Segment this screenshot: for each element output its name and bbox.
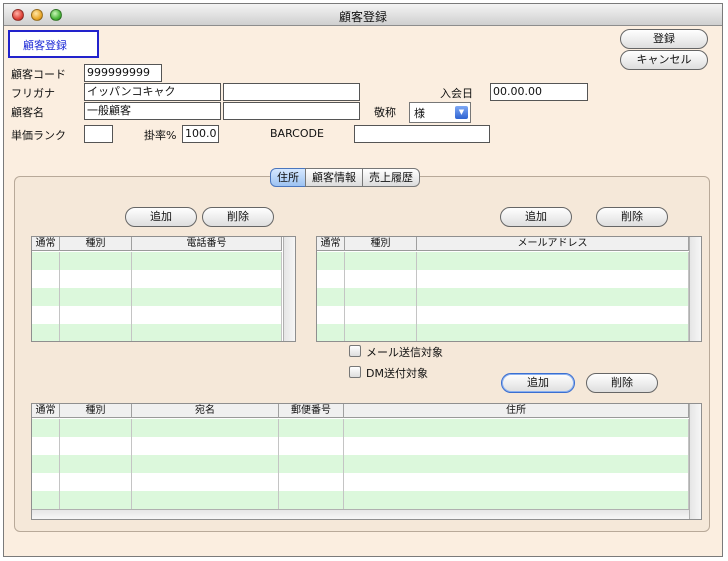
table-row[interactable] <box>32 473 689 491</box>
table-row[interactable] <box>317 252 689 270</box>
customer-name-label: 顧客名 <box>11 106 44 119</box>
address-table-vscrollbar[interactable] <box>689 404 701 519</box>
join-date-field[interactable]: 00.00.00 <box>490 83 588 101</box>
column-header[interactable]: 種別 <box>60 237 132 251</box>
customer-registration-window: 顧客登録 顧客登録 登録 キャンセル 顧客コード 999999999 フリガナ … <box>3 3 723 557</box>
furigana-field-2[interactable] <box>223 83 360 101</box>
table-row[interactable] <box>317 270 689 288</box>
email-delete-button[interactable]: 削除 <box>596 207 668 227</box>
dm-send-checkbox[interactable] <box>349 366 361 378</box>
price-rank-label: 単価ランク <box>11 129 66 142</box>
barcode-field[interactable] <box>354 125 490 143</box>
address-add-button[interactable]: 追加 <box>501 373 575 393</box>
table-row[interactable] <box>317 288 689 306</box>
phone-add-button[interactable]: 追加 <box>125 207 197 227</box>
table-row[interactable] <box>32 270 282 288</box>
chevron-down-icon: ▼ <box>455 106 468 119</box>
column-header[interactable]: 種別 <box>60 404 132 418</box>
rate-label: 掛率% <box>144 129 177 142</box>
cancel-button[interactable]: キャンセル <box>620 50 708 70</box>
email-table-header: 通常 種別 メールアドレス <box>317 237 689 251</box>
table-row[interactable] <box>32 288 282 306</box>
honorific-value: 様 <box>414 107 425 120</box>
phone-delete-button[interactable]: 削除 <box>202 207 274 227</box>
email-table-scrollbar[interactable] <box>689 237 701 341</box>
table-row[interactable] <box>32 419 689 437</box>
dm-send-label: DM送付対象 <box>366 367 428 380</box>
address-table-hscrollbar[interactable] <box>32 509 689 519</box>
column-header[interactable]: 電話番号 <box>132 237 282 251</box>
price-rank-field[interactable] <box>84 125 113 143</box>
table-row[interactable] <box>32 491 689 509</box>
phone-table-rows <box>32 252 282 341</box>
furigana-field[interactable]: イッパンコキャク <box>84 83 221 101</box>
barcode-label: BARCODE <box>270 127 324 140</box>
column-header[interactable]: 通常 <box>32 237 60 251</box>
honorific-select[interactable]: 様 ▼ <box>409 102 471 123</box>
address-table-rows <box>32 419 689 509</box>
table-row[interactable] <box>32 306 282 324</box>
column-header[interactable]: 宛名 <box>132 404 279 418</box>
tab-address[interactable]: 住所 <box>270 168 306 187</box>
register-button[interactable]: 登録 <box>620 29 708 49</box>
mail-send-label: メール送信対象 <box>366 346 443 359</box>
address-delete-button[interactable]: 削除 <box>586 373 658 393</box>
page-title-badge: 顧客登録 <box>8 30 99 58</box>
furigana-label: フリガナ <box>11 87 55 100</box>
table-row[interactable] <box>317 324 689 341</box>
column-header[interactable]: メールアドレス <box>417 237 689 251</box>
customer-code-field[interactable]: 999999999 <box>84 64 162 82</box>
table-row[interactable] <box>32 455 689 473</box>
mail-send-checkbox[interactable] <box>349 345 361 357</box>
table-row[interactable] <box>32 252 282 270</box>
table-row[interactable] <box>317 306 689 324</box>
column-header[interactable]: 種別 <box>345 237 417 251</box>
column-header[interactable]: 住所 <box>344 404 689 418</box>
phone-table-scrollbar[interactable] <box>283 237 295 341</box>
honorific-label: 敬称 <box>374 106 396 119</box>
column-header[interactable]: 郵便番号 <box>279 404 344 418</box>
phone-table[interactable]: 通常 種別 電話番号 <box>31 236 296 342</box>
title-bar: 顧客登録 <box>4 4 722 26</box>
phone-table-header: 通常 種別 電話番号 <box>32 237 282 251</box>
window-title: 顧客登録 <box>338 10 387 24</box>
customer-code-label: 顧客コード <box>11 68 66 81</box>
address-table[interactable]: 通常 種別 宛名 郵便番号 住所 <box>31 403 702 520</box>
join-date-label: 入会日 <box>440 87 473 100</box>
email-add-button[interactable]: 追加 <box>500 207 572 227</box>
table-row[interactable] <box>32 324 282 341</box>
table-row[interactable] <box>32 437 689 455</box>
tab-sales-history[interactable]: 売上履歴 <box>362 168 420 187</box>
address-table-header: 通常 種別 宛名 郵便番号 住所 <box>32 404 689 418</box>
email-table[interactable]: 通常 種別 メールアドレス <box>316 236 702 342</box>
rate-field[interactable]: 100.0 <box>182 125 219 143</box>
customer-name-field[interactable]: 一般顧客 <box>84 102 221 120</box>
customer-name-field-2[interactable] <box>223 102 360 120</box>
email-table-rows <box>317 252 689 341</box>
tab-bar: 住所 顧客情報 売上履歴 <box>270 168 420 187</box>
column-header[interactable]: 通常 <box>32 404 60 418</box>
tab-customer-info[interactable]: 顧客情報 <box>305 168 363 187</box>
column-header[interactable]: 通常 <box>317 237 345 251</box>
